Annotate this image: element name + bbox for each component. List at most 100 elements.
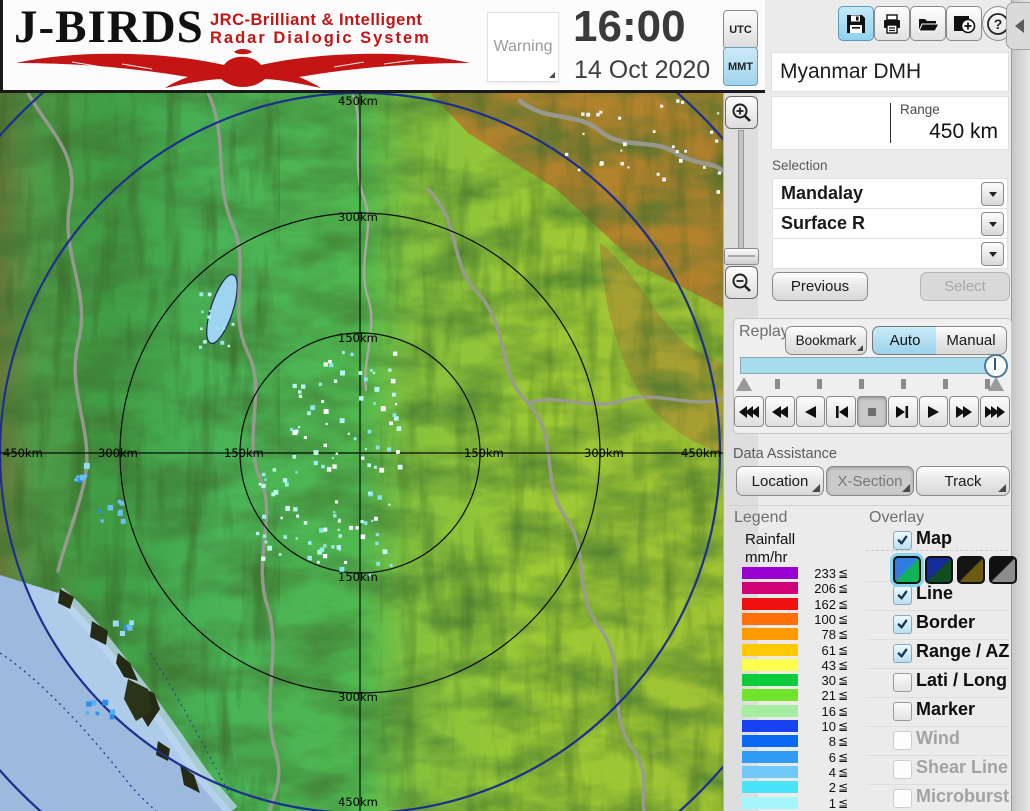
- capture-add-icon: [952, 13, 976, 35]
- x-section-button[interactable]: X-Section: [826, 466, 914, 496]
- stop-button[interactable]: [857, 396, 887, 427]
- legend-swatch: [742, 720, 798, 732]
- magnifier-minus-icon: [731, 272, 753, 294]
- checkbox-lati-long[interactable]: [893, 673, 912, 692]
- option-dropdown[interactable]: [772, 238, 1008, 269]
- eagle-logo-icon: [12, 46, 474, 88]
- capture-add-button[interactable]: [946, 6, 982, 41]
- checkbox-wind: [893, 731, 912, 750]
- slider-start-marker: [736, 377, 752, 391]
- ring-label: 450km: [3, 446, 43, 460]
- rewind-3-icon: [738, 404, 760, 420]
- slider-tick: [901, 379, 906, 389]
- slider-tick: [817, 379, 822, 389]
- legend-value: 4: [800, 765, 836, 780]
- replay-manual-button[interactable]: Manual: [936, 326, 1007, 355]
- terrain-ridges-east: [380, 93, 723, 811]
- collapse-arrow-icon: [1015, 19, 1024, 33]
- check-icon: [896, 589, 909, 602]
- legend-value: 43: [800, 658, 836, 673]
- ring-label: 150km: [338, 570, 378, 584]
- replay-slider-handle[interactable]: [984, 354, 1008, 378]
- overlay-label: Overlay: [869, 509, 924, 527]
- legend-value: 30: [800, 673, 836, 688]
- save-button[interactable]: [838, 6, 874, 41]
- slider-tick: [943, 379, 948, 389]
- legend-swatch: [742, 567, 798, 579]
- legend-value: 2: [800, 780, 836, 795]
- chevron-down-icon[interactable]: [981, 182, 1004, 206]
- zoom-out-button[interactable]: [725, 266, 758, 299]
- legend-leq-symbol: ≦: [838, 750, 848, 764]
- checkbox-border[interactable]: [893, 615, 912, 634]
- legend-leq-symbol: ≦: [838, 658, 848, 672]
- legend-swatch: [742, 689, 798, 701]
- zoom-in-button[interactable]: [725, 96, 758, 129]
- legend-swatch: [742, 598, 798, 610]
- map-style-swatch-1[interactable]: [893, 556, 921, 584]
- panel-collapse-strip[interactable]: [1011, 0, 1030, 811]
- zoom-slider-track[interactable]: [738, 130, 744, 264]
- checkbox-map[interactable]: [893, 531, 912, 550]
- map-style-swatch-2[interactable]: [925, 556, 953, 584]
- open-folder-button[interactable]: [910, 6, 946, 41]
- track-button[interactable]: Track: [916, 466, 1010, 496]
- overlay-item-label: Map: [916, 528, 952, 549]
- overlay-item-label: Border: [916, 612, 975, 633]
- divider: [866, 639, 1008, 640]
- site-dropdown[interactable]: Mandalay: [772, 178, 1008, 209]
- skip-start-button[interactable]: [826, 396, 856, 427]
- panel-collapse-tab[interactable]: [1006, 2, 1030, 50]
- product-dropdown[interactable]: Surface R: [772, 208, 1008, 239]
- legend-value: 233: [800, 566, 836, 581]
- slider-tick: [985, 379, 990, 389]
- slider-tick: [775, 379, 780, 389]
- legend-leq-symbol: ≦: [838, 780, 848, 794]
- radar-map[interactable]: 450km300km150km150km300km450km450km300km…: [0, 93, 723, 811]
- logo-tagline-1: JRC-Brilliant & Intelligent: [210, 11, 422, 30]
- chevron-down-icon[interactable]: [981, 242, 1004, 266]
- legend-value: 10: [800, 719, 836, 734]
- rewind-1-button[interactable]: [796, 396, 826, 427]
- previous-label: Previous: [791, 278, 849, 295]
- divider: [866, 726, 1008, 727]
- legend-swatch: [742, 766, 798, 778]
- checkbox-line[interactable]: [893, 586, 912, 605]
- timezone-mmt-button[interactable]: MMT: [723, 47, 758, 86]
- bookmark-button[interactable]: Bookmark: [785, 326, 867, 355]
- legend-leq-symbol: ≦: [838, 612, 848, 626]
- divider: [866, 697, 1008, 698]
- forward-3-button[interactable]: [980, 396, 1010, 427]
- map-style-swatch-3[interactable]: [957, 556, 985, 584]
- range-box: Range 450 km: [771, 96, 1009, 150]
- print-button[interactable]: [874, 6, 910, 41]
- replay-slider-track[interactable]: [740, 357, 1004, 374]
- previous-button[interactable]: Previous: [772, 272, 868, 301]
- ring-label: 300km: [98, 446, 138, 460]
- replay-auto-button[interactable]: Auto: [872, 326, 938, 355]
- legend-value: 6: [800, 750, 836, 765]
- chevron-down-icon[interactable]: [981, 212, 1004, 236]
- map-style-swatch-4[interactable]: [989, 556, 1017, 584]
- rewind-3-button[interactable]: [734, 396, 764, 427]
- checkbox-marker[interactable]: [893, 702, 912, 721]
- legend-leq-symbol: ≦: [838, 566, 848, 580]
- skip-end-button[interactable]: [888, 396, 918, 427]
- checkbox-range-az[interactable]: [893, 644, 912, 663]
- timezone-utc-button[interactable]: UTC: [723, 10, 758, 49]
- legend-label: Legend: [734, 509, 787, 527]
- site-name: Myanmar DMH: [772, 60, 921, 84]
- zoom-slider-handle[interactable]: [724, 248, 759, 265]
- play-button[interactable]: [919, 396, 949, 427]
- rewind-2-button[interactable]: [765, 396, 795, 427]
- legend-swatch: [742, 705, 798, 717]
- forward-2-button[interactable]: [949, 396, 979, 427]
- checkbox-shear-line: [893, 760, 912, 779]
- print-icon: [881, 13, 903, 35]
- save-icon: [845, 13, 867, 35]
- select-button[interactable]: Select: [920, 272, 1010, 301]
- warning-button[interactable]: Warning: [487, 12, 559, 82]
- ring-label: 450km: [338, 795, 378, 809]
- legend-swatch: [742, 659, 798, 671]
- location-button[interactable]: Location: [736, 466, 824, 496]
